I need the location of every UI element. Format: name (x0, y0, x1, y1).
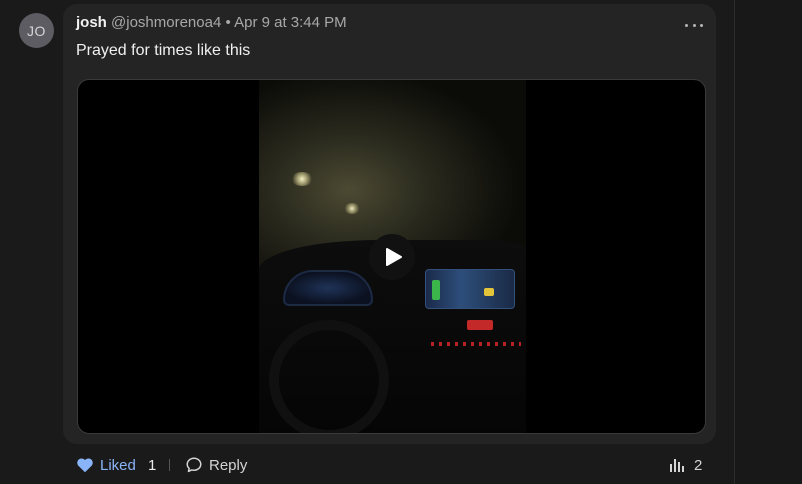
post-text: Prayed for times like this (76, 42, 251, 59)
post-meta: josh @joshmorenoa4 • Apr 9 at 3:44 PM (76, 14, 347, 31)
reply-label: Reply (209, 456, 248, 474)
play-icon[interactable] (369, 234, 415, 280)
views-button[interactable]: 2 (669, 455, 702, 475)
meta-separator: • (225, 14, 231, 31)
heart-icon (77, 458, 93, 473)
like-button[interactable]: Liked (76, 455, 136, 475)
avatar[interactable]: JO (19, 13, 54, 48)
author-handle[interactable]: @joshmorenoa4 (111, 14, 221, 31)
bar-chart-icon (670, 459, 684, 472)
post-timestamp[interactable]: Apr 9 at 3:44 PM (234, 14, 347, 31)
author-name[interactable]: josh (76, 14, 107, 31)
like-count[interactable]: 1 (148, 455, 156, 475)
video-player[interactable] (77, 79, 706, 434)
more-horizontal-icon[interactable] (682, 17, 706, 33)
liked-label: Liked (100, 456, 136, 474)
views-count: 2 (694, 456, 703, 474)
speech-bubble-icon (186, 457, 202, 473)
reply-button[interactable]: Reply (185, 455, 247, 475)
post-actions: Liked 1 Reply 2 (76, 455, 716, 475)
action-divider (169, 459, 170, 471)
thread-page: JO josh @joshmorenoa4 • Apr 9 at 3:44 PM… (0, 0, 802, 484)
right-panel (735, 0, 802, 484)
